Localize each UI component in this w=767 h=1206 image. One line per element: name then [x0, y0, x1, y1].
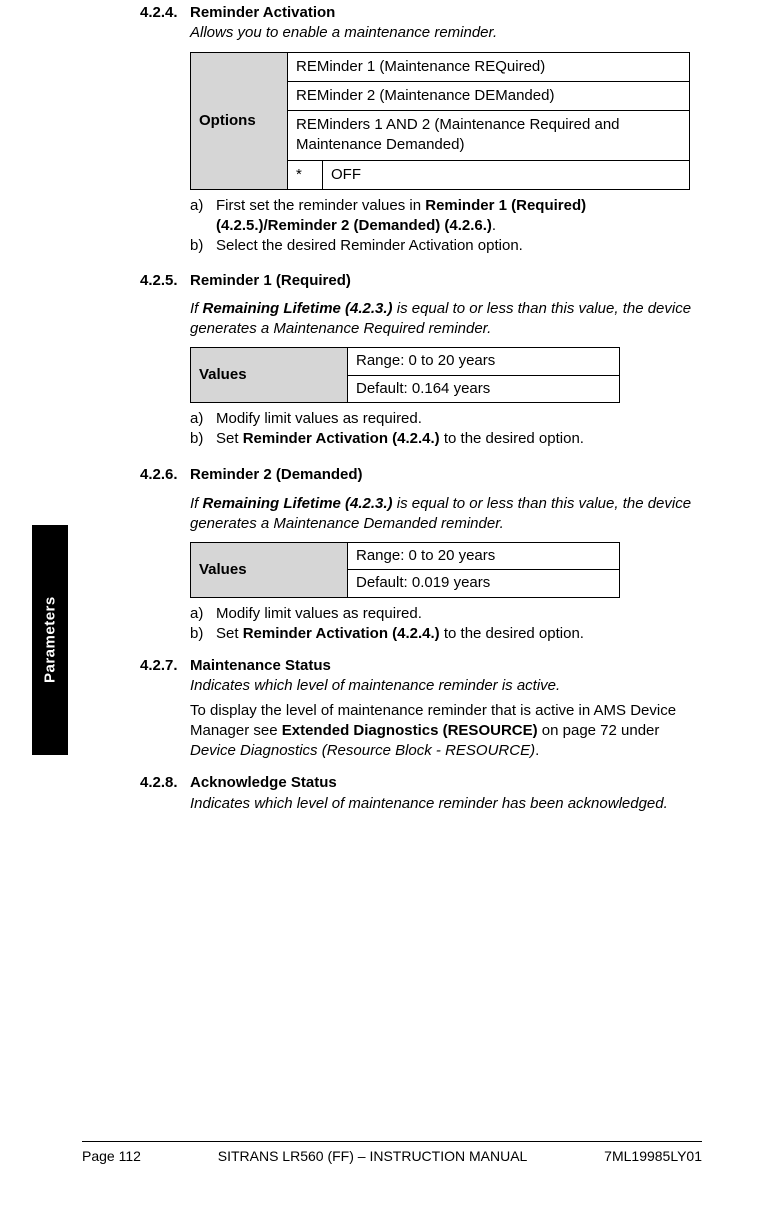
steps-list: a) Modify limit values as required. b) S…: [190, 604, 698, 645]
values-table: Values Range: 0 to 20 years Default: 0.0…: [190, 542, 620, 598]
footer-page-number: Page 112: [82, 1148, 141, 1164]
section-425: 4.2.5. Reminder 1 (Required) If Remainin…: [140, 271, 698, 452]
step-marker: b): [190, 624, 216, 644]
values-table: Values Range: 0 to 20 years Default: 0.1…: [190, 347, 620, 403]
section-title: Acknowledge Status: [190, 773, 698, 793]
section-424: 4.2.4. Reminder Activation Allows you to…: [140, 3, 698, 259]
value-default: Default: 0.164 years: [348, 375, 620, 402]
option-row: REMinder 2 (Maintenance DEManded): [288, 81, 690, 110]
step-text: Modify limit values as required.: [216, 409, 422, 429]
side-tab-label: Parameters: [32, 525, 68, 755]
steps-list: a) First set the reminder values in Remi…: [190, 196, 698, 257]
section-number: 4.2.7.: [140, 656, 190, 761]
steps-list: a) Modify limit values as required. b) S…: [190, 409, 698, 450]
section-description: If Remaining Lifetime (4.2.3.) is equal …: [190, 299, 698, 340]
section-428: 4.2.8. Acknowledge Status Indicates whic…: [140, 773, 698, 814]
option-default-star: *: [288, 160, 323, 189]
step-marker: b): [190, 429, 216, 449]
section-title: Reminder 2 (Demanded): [190, 465, 698, 485]
section-description: If Remaining Lifetime (4.2.3.) is equal …: [190, 494, 698, 535]
footer-doc-code: 7ML19985LY01: [604, 1148, 702, 1164]
step-text: Modify limit values as required.: [216, 604, 422, 624]
section-description: Indicates which level of maintenance rem…: [190, 794, 698, 814]
section-description: Indicates which level of maintenance rem…: [190, 676, 698, 696]
section-426: 4.2.6. Reminder 2 (Demanded) If Remainin…: [140, 465, 698, 646]
section-paragraph: To display the level of maintenance remi…: [190, 701, 698, 762]
values-header: Values: [191, 348, 348, 403]
footer-manual-title: SITRANS LR560 (FF) – INSTRUCTION MANUAL: [218, 1148, 528, 1164]
step-text: Set Reminder Activation (4.2.4.) to the …: [216, 624, 584, 644]
option-row: REMinders 1 AND 2 (Maintenance Required …: [288, 111, 690, 161]
option-row: OFF: [323, 160, 690, 189]
section-number: 4.2.8.: [140, 773, 190, 814]
value-range: Range: 0 to 20 years: [348, 348, 620, 375]
option-row: REMinder 1 (Maintenance REQuired): [288, 52, 690, 81]
value-range: Range: 0 to 20 years: [348, 543, 620, 570]
step-marker: a): [190, 196, 216, 237]
section-title: Reminder Activation: [190, 3, 698, 23]
step-marker: a): [190, 409, 216, 429]
section-description: Allows you to enable a maintenance remin…: [190, 23, 698, 43]
section-number: 4.2.6.: [140, 465, 190, 646]
section-title: Reminder 1 (Required): [190, 271, 698, 291]
value-default: Default: 0.019 years: [348, 570, 620, 597]
section-title: Maintenance Status: [190, 656, 698, 676]
step-marker: a): [190, 604, 216, 624]
options-header: Options: [191, 52, 288, 189]
section-number: 4.2.5.: [140, 271, 190, 452]
step-text: First set the reminder values in Reminde…: [216, 196, 698, 237]
values-header: Values: [191, 543, 348, 598]
step-text: Select the desired Reminder Activation o…: [216, 236, 523, 256]
step-marker: b): [190, 236, 216, 256]
section-number: 4.2.4.: [140, 3, 190, 259]
options-table: Options REMinder 1 (Maintenance REQuired…: [190, 52, 690, 190]
step-text: Set Reminder Activation (4.2.4.) to the …: [216, 429, 584, 449]
page-footer: Page 112 SITRANS LR560 (FF) – INSTRUCTIO…: [82, 1141, 702, 1164]
section-427: 4.2.7. Maintenance Status Indicates whic…: [140, 656, 698, 761]
